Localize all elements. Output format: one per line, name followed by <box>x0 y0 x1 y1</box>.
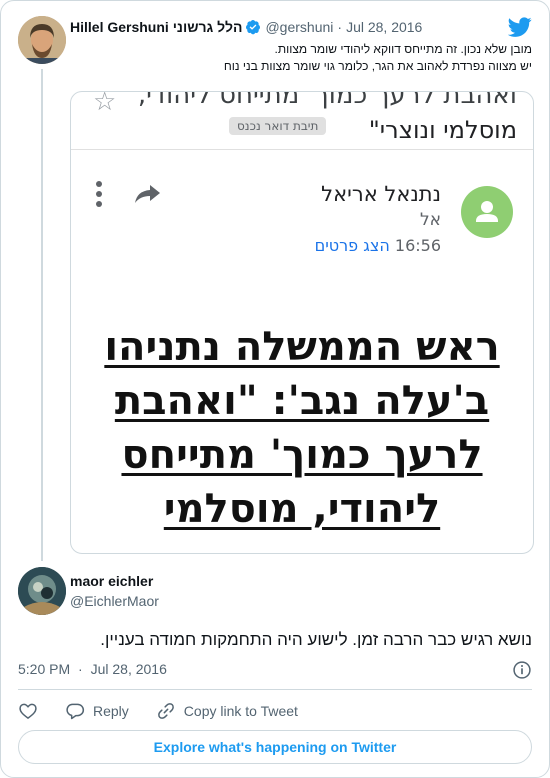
tweet-header: Hillel Gershuni הלל גרשוני @gershuni · J… <box>70 17 422 37</box>
reply-timestamp[interactable]: 5:20 PM · Jul 28, 2016 <box>18 661 167 677</box>
tweet-text-line: יש מצווה נפרדת לאהוב את הגר, כלומר גוי ש… <box>223 59 532 73</box>
timestamp-separator: · <box>78 661 83 677</box>
email-subject-line: ואהבת לרעך כמוך' מתייחס ליהודי, <box>137 91 517 110</box>
tweet-text: מובן שלא נכון. זה מתייחס דווקא ליהודי שו… <box>70 41 532 75</box>
sender-avatar <box>461 186 513 238</box>
email-headline-line: ראש הממשלה נתניהו <box>104 324 500 370</box>
reply-date[interactable]: Jul 28, 2016 <box>91 661 167 677</box>
author-name[interactable]: Hillel Gershuni הלל גרשוני <box>70 19 242 35</box>
author-handle[interactable]: @gershuni <box>265 19 333 35</box>
star-icon: ☆ <box>93 91 117 116</box>
verified-badge-icon <box>246 20 261 35</box>
like-button[interactable] <box>18 701 38 721</box>
reply-button[interactable]: Reply <box>65 701 129 721</box>
email-time: 16:56 <box>394 236 441 255</box>
divider <box>18 689 532 690</box>
tweet-date[interactable]: Jul 28, 2016 <box>346 19 422 35</box>
show-details-link: הצג פרטים <box>314 236 390 255</box>
recipient-label: אל <box>419 210 441 230</box>
reply-author-name[interactable]: maor eichler <box>70 573 153 589</box>
email-time-row: 16:56 הצג פרטים <box>309 236 441 255</box>
email-subject-line: מוסלמי ונוצרי" <box>368 116 517 144</box>
header-separator: · <box>337 19 343 35</box>
forward-arrow-icon <box>135 185 160 203</box>
copy-link-button[interactable]: Copy link to Tweet <box>156 701 298 721</box>
reply-time[interactable]: 5:20 PM <box>18 661 70 677</box>
tweet-actions: Reply Copy link to Tweet <box>18 699 325 723</box>
author-avatar[interactable] <box>18 16 66 64</box>
reply-author-avatar[interactable] <box>18 567 66 615</box>
email-headline-line: ליהודי, מוסלמי <box>163 486 441 532</box>
email-headline: ראש הממשלה נתניהו ב'עלה נגב': "ואהבת לרע… <box>89 320 515 536</box>
thread-connector <box>41 69 43 561</box>
embedded-email-image[interactable]: ואהבת לרעך כמוך' מתייחס ליהודי, מוסלמי ו… <box>70 91 534 554</box>
reply-text: נושא רגיש כבר הרבה זמן. לישוע היה התחמקו… <box>100 630 532 649</box>
info-icon[interactable] <box>512 660 532 680</box>
email-headline-line: לרעך כמוך' מתייחס <box>121 432 483 478</box>
link-icon <box>157 703 174 719</box>
reply-label: Reply <box>93 703 129 719</box>
reply-author-handle[interactable]: @EichlerMaor <box>70 593 159 609</box>
sender-name: נתנאל אריאל <box>321 182 441 206</box>
copy-link-label: Copy link to Tweet <box>183 703 298 719</box>
twitter-bird-icon[interactable] <box>508 15 532 39</box>
tweet-embed-card: Hillel Gershuni הלל גרשוני @gershuni · J… <box>0 0 550 778</box>
tweet-text-line: מובן שלא נכון. זה מתייחס דווקא ליהודי שו… <box>274 42 532 56</box>
heart-icon <box>19 703 37 719</box>
person-icon <box>476 201 498 222</box>
email-headline-line: ב'עלה נגב': "ואהבת <box>114 378 490 424</box>
reply-bubble-icon <box>66 703 85 720</box>
explore-twitter-button[interactable]: Explore what's happening on Twitter <box>18 730 532 764</box>
inbox-label-chip: תיבת דואר נכנס <box>229 117 327 135</box>
more-options-icon <box>96 181 102 207</box>
email-subject-bar: ואהבת לרעך כמוך' מתייחס ליהודי, מוסלמי ו… <box>71 92 533 150</box>
